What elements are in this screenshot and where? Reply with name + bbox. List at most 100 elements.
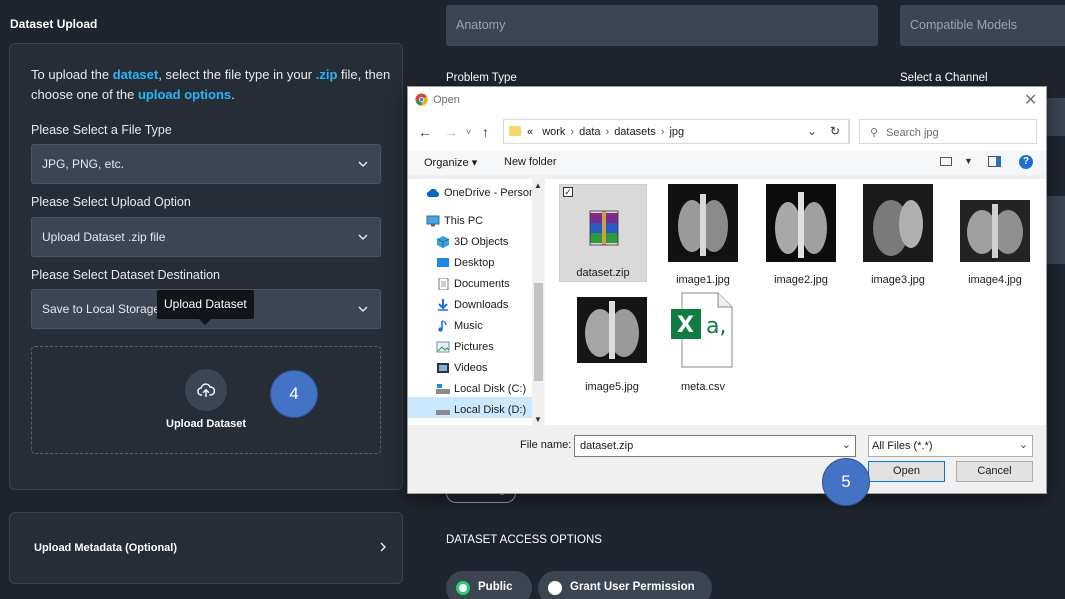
breadcrumb-work[interactable]: work [542,126,565,138]
close-icon[interactable]: ✕ [1024,90,1037,110]
folder-icon [509,126,521,136]
chrome-icon [415,93,428,106]
cloud-upload-icon [197,383,216,398]
file-list: ✓ dataset.zip image1.jpg image2.jpg imag… [545,179,1046,425]
sidebar-item-documents[interactable]: Documents [436,274,510,295]
file-item-image3[interactable]: image3.jpg [854,184,942,286]
upload-button-label: Upload Dataset [166,418,247,430]
sidebar-item-music[interactable]: Music [436,316,483,337]
cancel-button[interactable]: Cancel [956,461,1033,482]
upload-button[interactable] [185,369,227,411]
file-name: image2.jpg [774,274,828,286]
public-option[interactable]: Public [446,571,532,599]
up-arrow-icon[interactable]: ↑ [482,124,489,140]
breadcrumb-datasets[interactable]: datasets [614,126,656,138]
access-options-title: DATASET ACCESS OPTIONS [446,534,602,546]
step-badge-4: 4 [270,370,318,418]
sidebar-item-3d-objects[interactable]: 3D Objects [436,232,508,253]
sidebar-item-onedrive[interactable]: OneDrive - Person [426,183,535,204]
dialog-titlebar [408,87,1046,115]
intro-highlight-dataset: dataset [112,67,159,82]
file-item-image2[interactable]: image2.jpg [757,184,845,286]
sidebar-scroll-thumb[interactable] [534,283,543,381]
chevron-down-icon [358,161,368,167]
chevron-down-icon: ⌄ [1018,439,1028,451]
organize-button[interactable]: Organize ▾ [424,156,477,169]
sidebar-item-local-disk-d[interactable]: Local Disk (D:) [436,400,526,421]
upload-option-select[interactable]: Upload Dataset .zip file [31,217,381,257]
search-placeholder: Search jpg [886,127,939,139]
sidebar-item-desktop[interactable]: Desktop [436,253,494,274]
desktop-icon [437,258,449,267]
file-item-meta-csv[interactable]: X a, meta.csv [659,291,747,393]
anatomy-input[interactable]: Anatomy [446,5,878,46]
file-item-image1[interactable]: image1.jpg [659,184,747,286]
xray-thumbnail [960,200,1030,262]
chevron-down-icon [358,234,368,240]
address-bar[interactable]: « work › data › datasets › jpg ⌄ [503,119,850,144]
recent-dropdown-icon[interactable]: ˅ [466,127,471,137]
file-name: image5.jpg [585,381,639,393]
intro-text: To upload the dataset, select the file t… [31,67,391,102]
refresh-icon[interactable]: ↻ [822,119,849,144]
file-name: dataset.zip [576,267,630,279]
file-type-value: JPG, PNG, etc. [42,157,125,171]
computer-icon [426,215,440,227]
grant-permission-option[interactable]: Grant User Permission [538,571,712,599]
xray-thumbnail [766,184,836,262]
open-file-dialog: Open ✕ ← → ˅ ↑ « work › data › datasets › jpg … [407,86,1047,494]
disk-icon [436,410,450,415]
file-type-select[interactable]: JPG, PNG, etc. [31,144,381,184]
destination-label: Please Select Dataset Destination [31,268,220,282]
dialog-title: Open [433,94,460,106]
sidebar-item-local-disk-c[interactable]: Local Disk (C:) [436,379,526,400]
address-dropdown-icon[interactable]: ⌄ [807,124,817,138]
excel-csv-icon: X a, [671,292,733,368]
download-icon [438,299,448,311]
sidebar-item-videos[interactable]: Videos [436,358,487,379]
preview-pane-icon[interactable] [988,156,1001,167]
radio-selected-icon [456,581,470,595]
sidebar-item-this-pc[interactable]: This PC [426,211,483,232]
upload-option-value: Upload Dataset .zip file [42,230,166,244]
file-item-image5[interactable]: image5.jpg [568,291,656,393]
back-arrow-icon[interactable]: ← [418,124,432,140]
destination-value: Save to Local Storage [42,302,161,316]
forward-arrow-icon[interactable]: → [444,124,458,140]
file-name: image3.jpg [871,274,925,286]
view-options-icon[interactable] [940,157,952,166]
scroll-up-icon[interactable]: ▲ [534,181,542,190]
panel-title: Dataset Upload [10,17,98,31]
disk-icon [436,384,450,394]
search-icon: ⚲ [870,127,879,139]
file-name-input[interactable]: dataset.zip ⌄ [574,435,856,457]
scroll-down-icon[interactable]: ▼ [534,415,542,424]
xray-thumbnail [863,184,933,262]
navigation-pane: OneDrive - Person This PC 3D Objects Des… [408,179,545,425]
new-folder-button[interactable]: New folder [504,156,557,168]
breadcrumb-data[interactable]: data [579,126,600,138]
channel-label: Select a Channel [900,72,988,84]
chevron-right-icon [380,542,386,552]
search-box[interactable]: ⚲ Search jpg [859,119,1037,144]
open-button[interactable]: Open [868,461,945,482]
winrar-archive-icon [589,210,619,246]
upload-tooltip: Upload Dataset [157,290,254,325]
sidebar-item-pictures[interactable]: Pictures [436,337,494,358]
view-dropdown-icon[interactable]: ▼ [964,156,973,166]
xray-thumbnail [668,184,738,262]
help-icon[interactable]: ? [1019,155,1033,169]
intro-highlight-zip: .zip [315,67,338,82]
chevron-down-icon[interactable]: ⌄ [842,438,851,451]
file-type-label: Please Select a File Type [31,123,172,137]
checkbox-checked-icon[interactable]: ✓ [563,187,573,197]
breadcrumb-jpg[interactable]: jpg [669,126,684,138]
file-name: meta.csv [680,381,725,393]
file-name-label: File name: [520,439,572,451]
file-item-image4[interactable]: image4.jpg [951,184,1039,286]
cloud-icon [426,188,439,197]
file-type-filter[interactable]: All Files (*.*) ⌄ [868,435,1033,457]
sidebar-item-downloads[interactable]: Downloads [436,295,508,316]
compatible-models-input[interactable]: Compatible Models [900,5,1065,46]
file-item-dataset-zip[interactable]: ✓ dataset.zip [559,184,647,282]
